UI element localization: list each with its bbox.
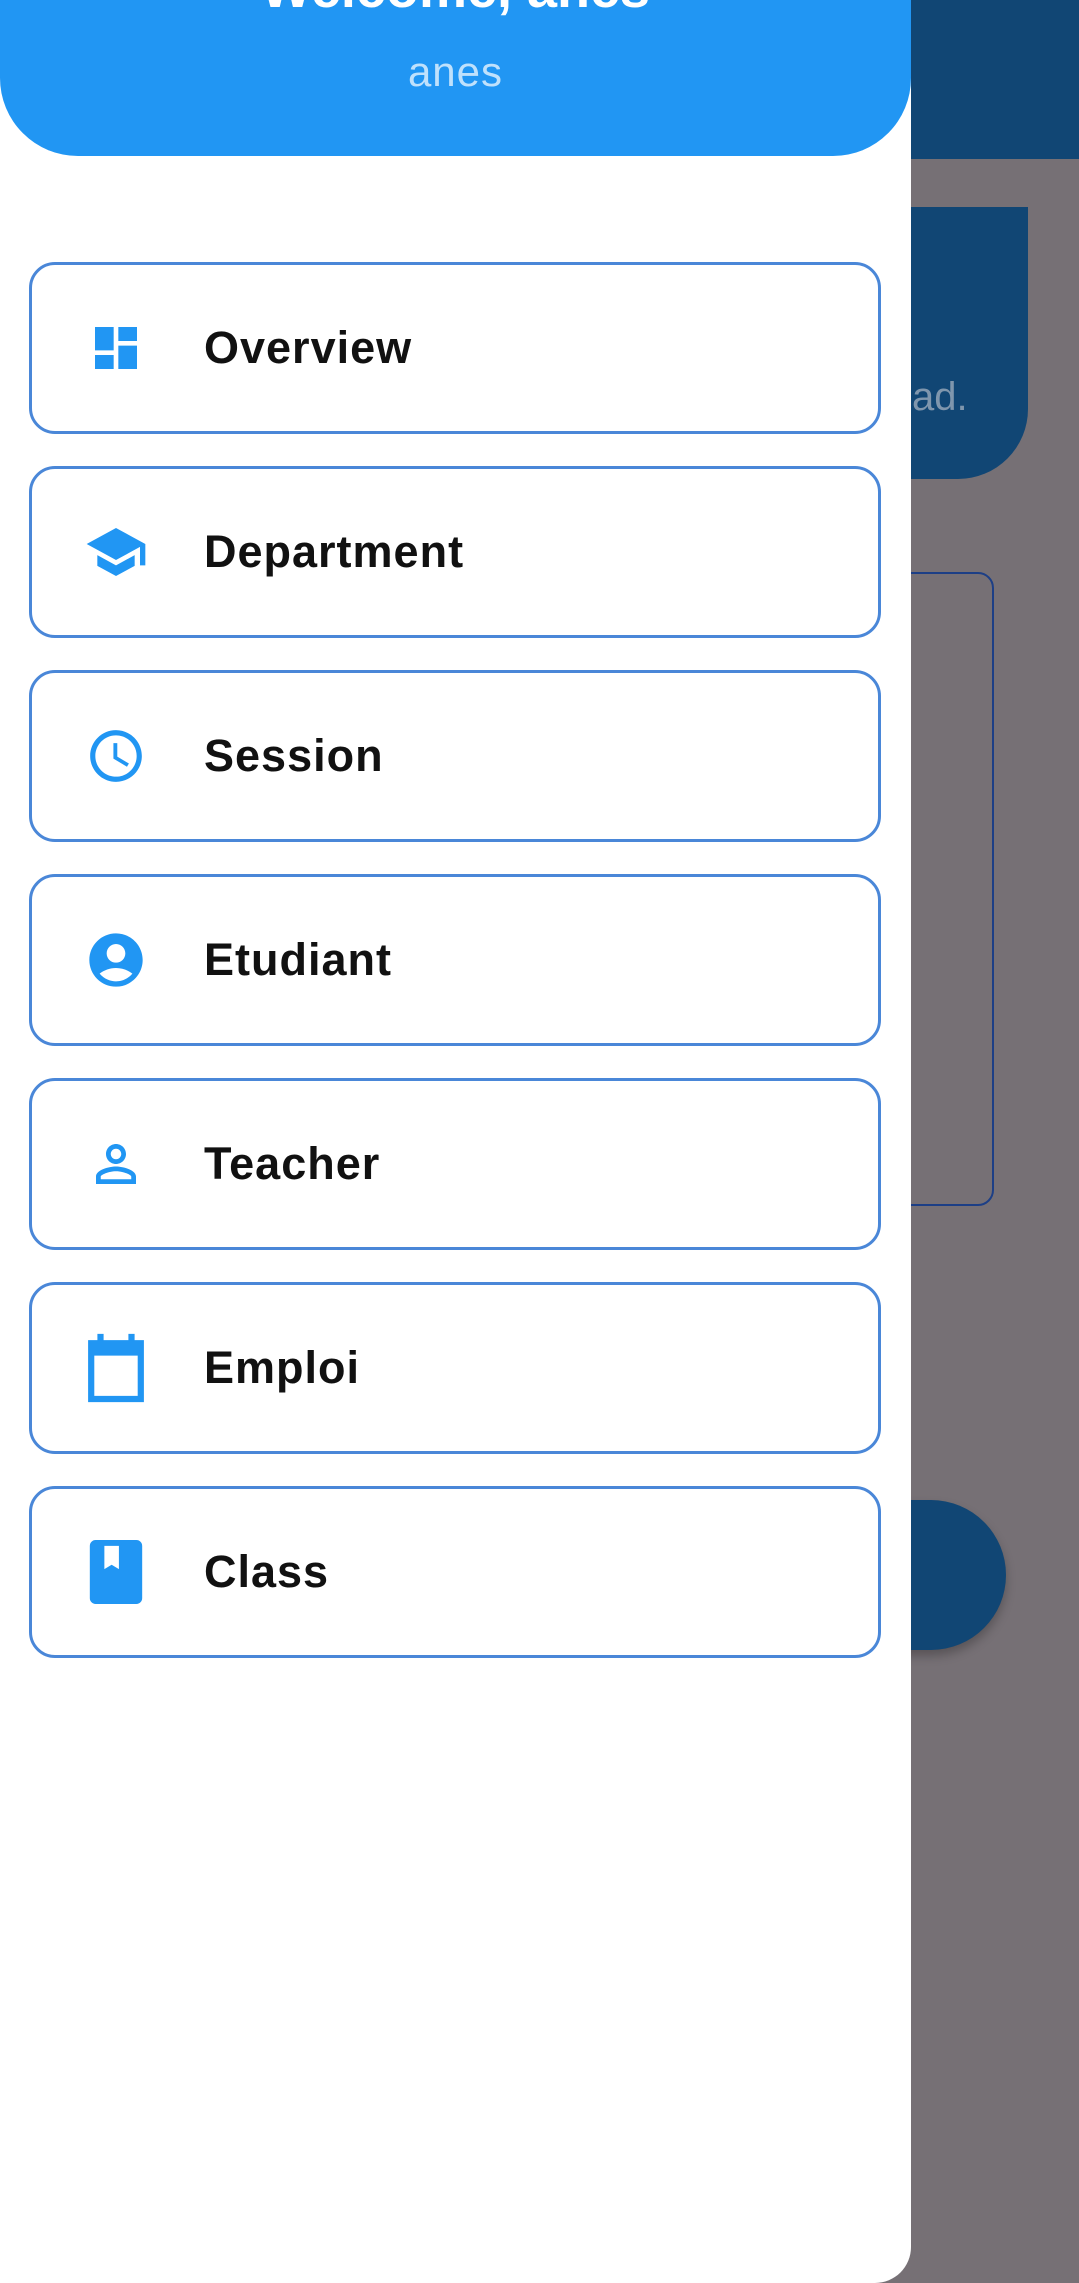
menu-item-session[interactable]: Session: [29, 670, 881, 842]
menu-item-class[interactable]: Class: [29, 1486, 881, 1658]
menu-item-overview[interactable]: Overview: [29, 262, 881, 434]
dashboard-icon: [84, 316, 148, 380]
menu-item-department[interactable]: Department: [29, 466, 881, 638]
menu-item-etudiant[interactable]: Etudiant: [29, 874, 881, 1046]
navigation-drawer: Welcome, anes anes Overview Department S…: [0, 0, 911, 2283]
menu-label-overview: Overview: [204, 322, 413, 373]
calendar-icon: [84, 1333, 148, 1403]
menu-label-class: Class: [204, 1546, 330, 1597]
menu-label-department: Department: [204, 526, 465, 577]
menu-label-session: Session: [204, 730, 384, 781]
person-outline-icon: [84, 1132, 148, 1196]
menu-item-teacher[interactable]: Teacher: [29, 1078, 881, 1250]
menu-item-emploi[interactable]: Emploi: [29, 1282, 881, 1454]
book-icon: [84, 1540, 148, 1604]
username-label: anes: [407, 48, 504, 95]
welcome-title: Welcome, anes: [0, 0, 911, 20]
drawer-menu: Overview Department Session Etudiant Tea: [29, 262, 881, 1690]
menu-label-teacher: Teacher: [204, 1138, 381, 1189]
background-card-text: ad.: [912, 375, 968, 419]
menu-label-emploi: Emploi: [204, 1342, 361, 1393]
clock-icon: [84, 724, 148, 788]
account-circle-icon: [84, 928, 148, 992]
menu-label-etudiant: Etudiant: [204, 934, 392, 985]
school-icon: [84, 520, 148, 584]
drawer-header: Welcome, anes anes: [0, 0, 911, 156]
